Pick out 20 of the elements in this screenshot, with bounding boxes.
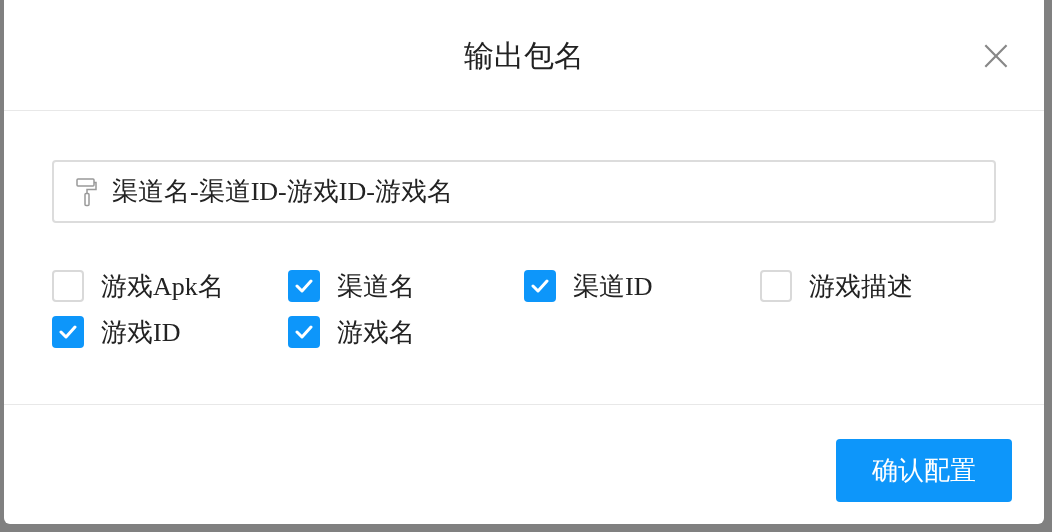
format-field[interactable]: 渠道名-渠道ID-游戏ID-游戏名 xyxy=(52,160,996,223)
checkbox[interactable] xyxy=(288,316,320,348)
option-checkbox[interactable]: 游戏Apk名 xyxy=(52,270,224,302)
option-checkbox[interactable]: 游戏名 xyxy=(288,316,415,348)
check-icon xyxy=(295,279,313,293)
check-icon xyxy=(59,325,77,339)
option-checkbox[interactable]: 游戏描述 xyxy=(760,270,913,302)
checkbox[interactable] xyxy=(52,270,84,302)
paint-roller-icon xyxy=(76,177,98,207)
option-checkbox[interactable]: 渠道ID xyxy=(524,270,653,302)
dialog-title: 输出包名 xyxy=(464,37,584,74)
option-checkbox[interactable]: 游戏ID xyxy=(52,316,181,348)
option-checkbox[interactable]: 渠道名 xyxy=(288,270,415,302)
checkbox[interactable] xyxy=(288,270,320,302)
check-icon xyxy=(295,325,313,339)
close-button[interactable]: × xyxy=(976,32,1016,78)
checkbox[interactable] xyxy=(760,270,792,302)
checkbox[interactable] xyxy=(524,270,556,302)
checkbox[interactable] xyxy=(52,316,84,348)
check-icon xyxy=(531,279,549,293)
